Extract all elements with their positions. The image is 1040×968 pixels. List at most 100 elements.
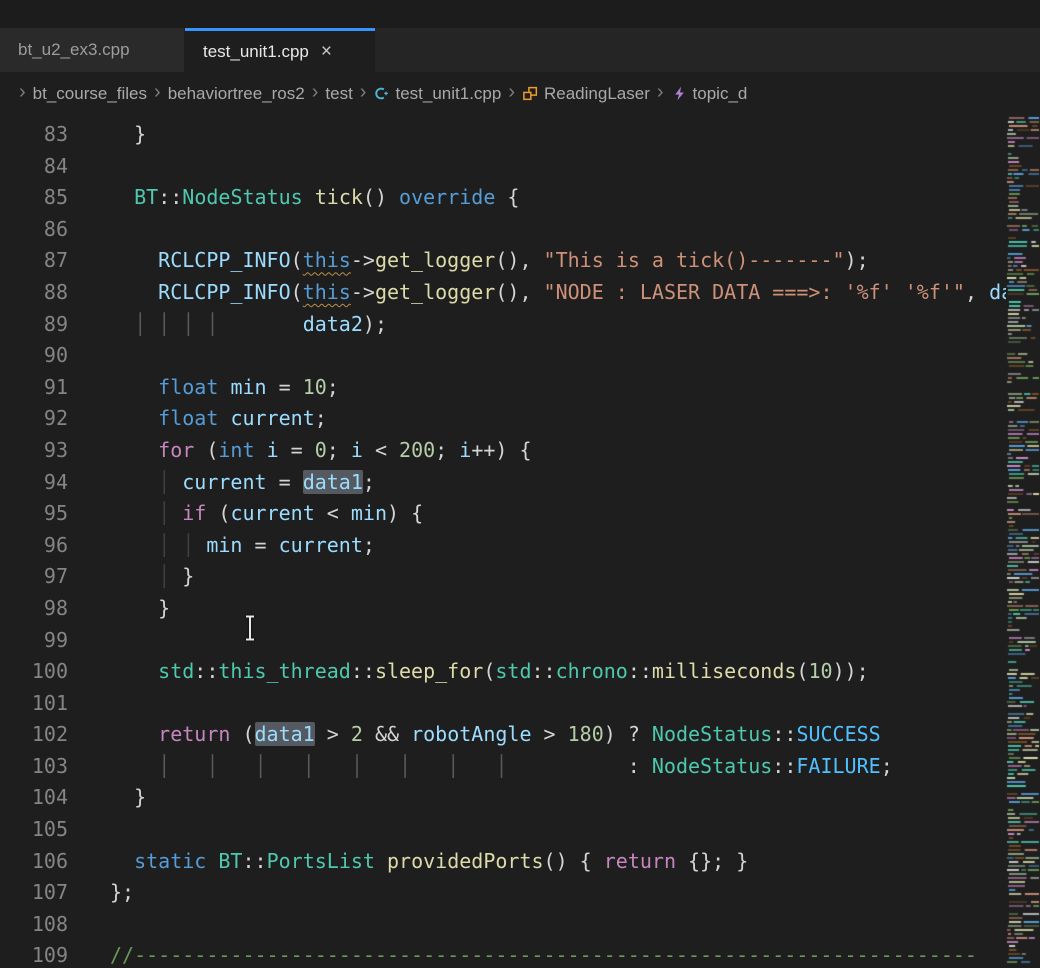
code-token: milliseconds [652,659,797,683]
code-token: if [182,501,206,525]
code-token: (), [495,280,543,304]
cpp-file-icon [373,85,390,102]
code-line[interactable]: │ │ │ │ data2); [110,309,1006,341]
code-line[interactable] [110,814,1006,846]
code-token: ( [291,248,303,272]
code-lines[interactable]: } BT::NodeStatus tick() override { RCLCP… [68,115,1006,968]
code-line[interactable]: BT::NodeStatus tick() override { [110,182,1006,214]
code-line[interactable]: } [110,782,1006,814]
code-line[interactable] [110,688,1006,720]
code-token: │ │ │ │ [134,312,218,336]
code-token [218,375,230,399]
code-token [110,849,134,873]
line-number: 104 [0,782,68,814]
code-line[interactable]: } [110,119,1006,151]
code-line[interactable]: │ current = data1; [110,467,1006,499]
line-number: 96 [0,530,68,562]
code-token: :: [628,659,652,683]
code-token [110,375,158,399]
code-token [375,849,387,873]
code-token: data1 [989,280,1006,304]
breadcrumb-item-behaviortree-ros2[interactable]: behaviortree_ros2 [168,84,305,104]
code-token [110,564,158,588]
code-token [110,185,134,209]
line-number: 87 [0,245,68,277]
code-token: min [230,375,266,399]
code-line[interactable] [110,151,1006,183]
code-token [194,533,206,557]
code-token [110,312,134,336]
code-token [170,501,182,525]
code-token: ++) { [471,438,531,462]
code-token [206,849,218,873]
breadcrumb-item-bt-course-files[interactable]: bt_course_files [33,84,147,104]
code-line[interactable]: │ if (current < min) { [110,498,1006,530]
code-line[interactable]: //--------------------------------------… [110,940,1006,968]
code-token: BT [134,185,158,209]
vscode-window: bt_u2_ex3.cpp test_unit1.cpp × › bt_cour… [0,0,1040,968]
line-number: 86 [0,214,68,246]
tab-bar: bt_u2_ex3.cpp test_unit1.cpp × [0,28,1040,72]
code-token: 0 [315,438,327,462]
minimap[interactable] [1006,115,1040,968]
code-token: :: [772,722,796,746]
breadcrumb-item-topic[interactable]: topic_d [693,84,748,104]
code-token [218,312,302,336]
code-line[interactable]: │ } [110,561,1006,593]
code-line[interactable] [110,340,1006,372]
code-token: :: [531,659,555,683]
code-token: i [459,438,471,462]
code-token: sleep_for [375,659,483,683]
code-token: ( [483,659,495,683]
line-number: 97 [0,561,68,593]
line-number: 84 [0,151,68,183]
code-token: "NODE : LASER DATA ===>: '%f' '%f'" [544,280,965,304]
code-token [110,280,158,304]
code-token: │ [158,470,170,494]
line-number: 98 [0,593,68,625]
line-number: 92 [0,403,68,435]
code-token: = [267,470,303,494]
code-line[interactable]: float current; [110,403,1006,435]
code-token: ; [363,533,375,557]
code-token: && [363,722,411,746]
code-token: {}; } [676,849,748,873]
line-number: 108 [0,909,68,941]
code-token: chrono [556,659,628,683]
close-icon[interactable]: × [319,42,334,61]
code-token: 180 [568,722,604,746]
code-line[interactable]: │ │ │ │ │ │ │ │ : NodeStatus::FAILURE; [110,751,1006,783]
code-line[interactable]: float min = 10; [110,372,1006,404]
code-line[interactable]: RCLCPP_INFO(this->get_logger(), "This is… [110,245,1006,277]
code-token: int [218,438,254,462]
code-line[interactable]: std::this_thread::sleep_for(std::chrono:… [110,656,1006,688]
code-token: │ [158,501,170,525]
code-token: = [242,533,278,557]
code-token: this [303,280,351,304]
code-token: = [267,375,303,399]
code-line[interactable]: static BT::PortsList providedPorts() { r… [110,846,1006,878]
code-token: } [110,122,146,146]
code-token: } [170,564,194,588]
breadcrumb-item-file[interactable]: test_unit1.cpp [395,84,501,104]
breadcrumb-item-readinglaser[interactable]: ReadingLaser [544,84,650,104]
code-line[interactable]: }; [110,877,1006,909]
code-line[interactable]: return (data1 > 2 && robotAngle > 180) ?… [110,719,1006,751]
breadcrumb: › bt_course_files › behaviortree_ros2 › … [0,72,1040,115]
breadcrumb-item-test[interactable]: test [325,84,352,104]
line-number: 102 [0,719,68,751]
code-line[interactable] [110,214,1006,246]
code-token: : [507,754,652,778]
code-line[interactable]: for (int i = 0; i < 200; i++) { [110,435,1006,467]
code-line[interactable] [110,909,1006,941]
code-token: < [363,438,399,462]
code-token: float [158,406,218,430]
code-token: i [351,438,363,462]
tab-bt-u2-ex3[interactable]: bt_u2_ex3.cpp [0,28,185,72]
code-token: data1 [255,722,315,746]
code-line[interactable]: RCLCPP_INFO(this->get_logger(), "NODE : … [110,277,1006,309]
code-token: get_logger [375,248,495,272]
line-number: 85 [0,182,68,214]
tab-test-unit1[interactable]: test_unit1.cpp × [185,28,375,72]
code-line[interactable]: │ │ min = current; [110,530,1006,562]
